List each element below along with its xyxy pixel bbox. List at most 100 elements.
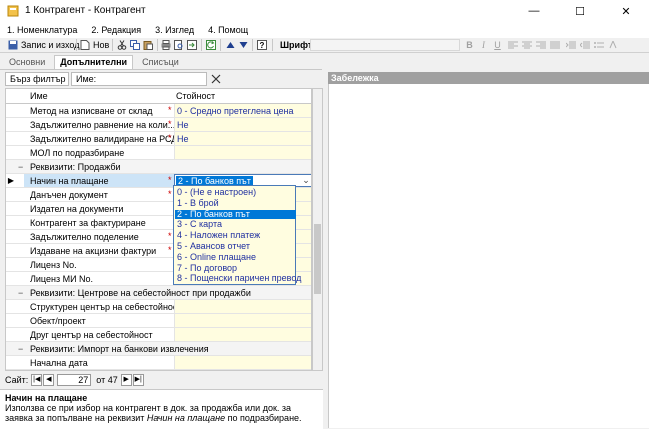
name-filter-field[interactable]: Име: [71, 72, 207, 86]
previous-record-button[interactable]: ◀ [43, 374, 55, 386]
grid-row[interactable]: МОЛ по подразбиране [6, 146, 311, 160]
bullets-icon[interactable] [594, 41, 604, 49]
column-header-value[interactable]: Стойност [176, 91, 215, 101]
current-record-field[interactable]: 27 [57, 374, 92, 386]
menu-view[interactable]: 3. Изглед [148, 25, 201, 35]
grid-row[interactable]: Друг център на себестойност [6, 328, 311, 342]
close-button[interactable]: ✕ [603, 0, 649, 22]
required-marker: * [168, 105, 172, 115]
grid-row[interactable]: Метод на изписване от склад * 0 - Средно п… [6, 104, 311, 118]
print-icon[interactable] [161, 40, 171, 50]
scrollbar-thumb[interactable] [314, 224, 321, 294]
paste-icon[interactable] [143, 40, 153, 50]
property-value[interactable] [174, 300, 311, 313]
help-icon[interactable]: ? [257, 40, 267, 50]
last-record-button[interactable]: ▶| [132, 374, 144, 386]
grid-row[interactable]: Задължително валидиране на РСД * Не [6, 132, 311, 146]
menu-help[interactable]: 4. Помощ [201, 25, 255, 35]
clear-filter-icon[interactable] [211, 74, 221, 84]
group-collapse-toggle[interactable]: − [18, 288, 23, 298]
dropdown-option[interactable]: 4 - Наложен платеж [175, 231, 296, 240]
row-indicator [6, 272, 16, 286]
quick-filter-button[interactable]: Бърз филтър [5, 72, 69, 86]
row-indicator [6, 132, 16, 146]
property-name: Обект/проект [30, 316, 86, 326]
property-name: Задължително равнение на коли... [30, 120, 176, 130]
quick-filter-label: Бърз филтър [10, 74, 66, 84]
cut-icon[interactable] [117, 40, 127, 50]
property-value[interactable]: Не [174, 132, 311, 145]
grid-row[interactable]: Задължително равнение на коли... * Не [6, 118, 311, 132]
grid-row[interactable]: Начална дата [6, 356, 311, 370]
first-record-button[interactable]: |◀ [31, 374, 43, 386]
menu-nomenclature[interactable]: 1. Номенклатура [0, 25, 84, 35]
toolbar: Запис и изход Нов ? Шрифт: B I U [0, 38, 649, 53]
copy-icon[interactable] [130, 40, 140, 50]
row-indicator [6, 104, 16, 118]
bold-button[interactable]: B [464, 39, 475, 51]
property-value[interactable]: 0 - Средно претеглена цена [174, 104, 311, 117]
align-center-icon[interactable] [522, 41, 532, 49]
row-name-cell[interactable] [24, 370, 174, 371]
grid-row[interactable]: Обект/проект [6, 314, 311, 328]
dropdown-option[interactable]: 1 - В брой [175, 198, 296, 208]
font-select[interactable] [310, 39, 460, 51]
print-preview-icon[interactable] [174, 40, 184, 50]
svg-text:?: ? [260, 41, 265, 50]
indent-icon[interactable] [566, 41, 576, 49]
record-navigator: Сайт: |◀ ◀ 27 от 47 ▶ ▶| [5, 374, 323, 386]
property-value[interactable]: Не [174, 118, 311, 131]
refresh-icon[interactable] [206, 40, 216, 50]
menu-edit[interactable]: 2. Редакция [84, 25, 148, 35]
save-close-button[interactable]: Запис и изход [8, 39, 79, 51]
row-indicator [6, 328, 16, 342]
grid-row[interactable]: Сметка по подразб... [6, 370, 312, 371]
group-collapse-toggle[interactable]: − [18, 344, 23, 354]
column-header-name[interactable]: Име [30, 91, 48, 101]
maximize-button[interactable]: ☐ [557, 0, 603, 22]
arrow-down-icon[interactable] [239, 41, 248, 49]
underline-button[interactable]: U [492, 39, 503, 51]
dropdown-option[interactable]: 7 - По договор [175, 263, 296, 273]
grid-group-row[interactable]: − Реквизити: Центрове на себестойност при… [6, 286, 311, 300]
dropdown-option[interactable]: 2 - По банков път [175, 209, 296, 219]
next-record-button[interactable]: ▶ [120, 374, 132, 386]
row-indicator: ▶ [7, 176, 15, 185]
property-value[interactable] [174, 314, 311, 327]
group-title: Реквизити: Импорт на банкови извлечения [30, 344, 209, 354]
export-icon[interactable] [187, 40, 197, 50]
property-value[interactable] [174, 356, 311, 369]
grid-scrollbar[interactable] [312, 88, 323, 371]
align-right-icon[interactable] [536, 41, 546, 49]
align-left-icon[interactable] [508, 41, 518, 49]
grid-row[interactable]: Структурен център на себестойност [6, 300, 311, 314]
property-name: Начин на плащане [30, 176, 109, 186]
description-panel: Начин на плащане Използва се при избор н… [0, 389, 323, 429]
property-value[interactable] [174, 370, 312, 371]
text-color-icon[interactable] [608, 41, 618, 49]
outdent-icon[interactable] [580, 41, 590, 49]
property-value[interactable] [174, 146, 311, 159]
grid-group-row[interactable]: − Реквизити: Импорт на банкови извлечения [6, 342, 311, 356]
dropdown-option[interactable]: 0 - (Не е настроен) [175, 188, 296, 197]
property-name: Структурен център на себестойност [30, 302, 182, 312]
chevron-down-icon[interactable]: ⌄ [300, 175, 311, 186]
payment-method-dropdown: 0 - (Не е настроен) 1 - В брой 2 - По банк… [173, 185, 301, 285]
dropdown-option[interactable]: 5 - Авансов отчет [175, 242, 296, 251]
group-collapse-toggle[interactable]: − [18, 162, 23, 172]
notes-title: Забележка [331, 73, 379, 83]
new-button[interactable]: Нов [80, 39, 109, 51]
property-value[interactable] [174, 328, 311, 341]
align-justify-icon[interactable] [550, 41, 560, 49]
italic-button[interactable]: I [478, 39, 489, 51]
dropdown-option[interactable]: 8 - Пощенски паричен превод [175, 274, 301, 283]
arrow-up-icon[interactable] [226, 41, 235, 49]
dropdown-option[interactable]: 6 - Online плащане [175, 252, 296, 262]
grid-group-row[interactable]: − Реквизити: Продажби [6, 160, 311, 174]
tab-lists[interactable]: Списъци [137, 56, 184, 69]
minimize-button[interactable]: — [511, 0, 557, 22]
notes-editor[interactable] [328, 84, 649, 428]
tab-additional[interactable]: Допълнителни [54, 55, 134, 69]
dropdown-option[interactable]: 3 - С карта [175, 220, 296, 229]
tab-basic[interactable]: Основни [4, 56, 50, 69]
